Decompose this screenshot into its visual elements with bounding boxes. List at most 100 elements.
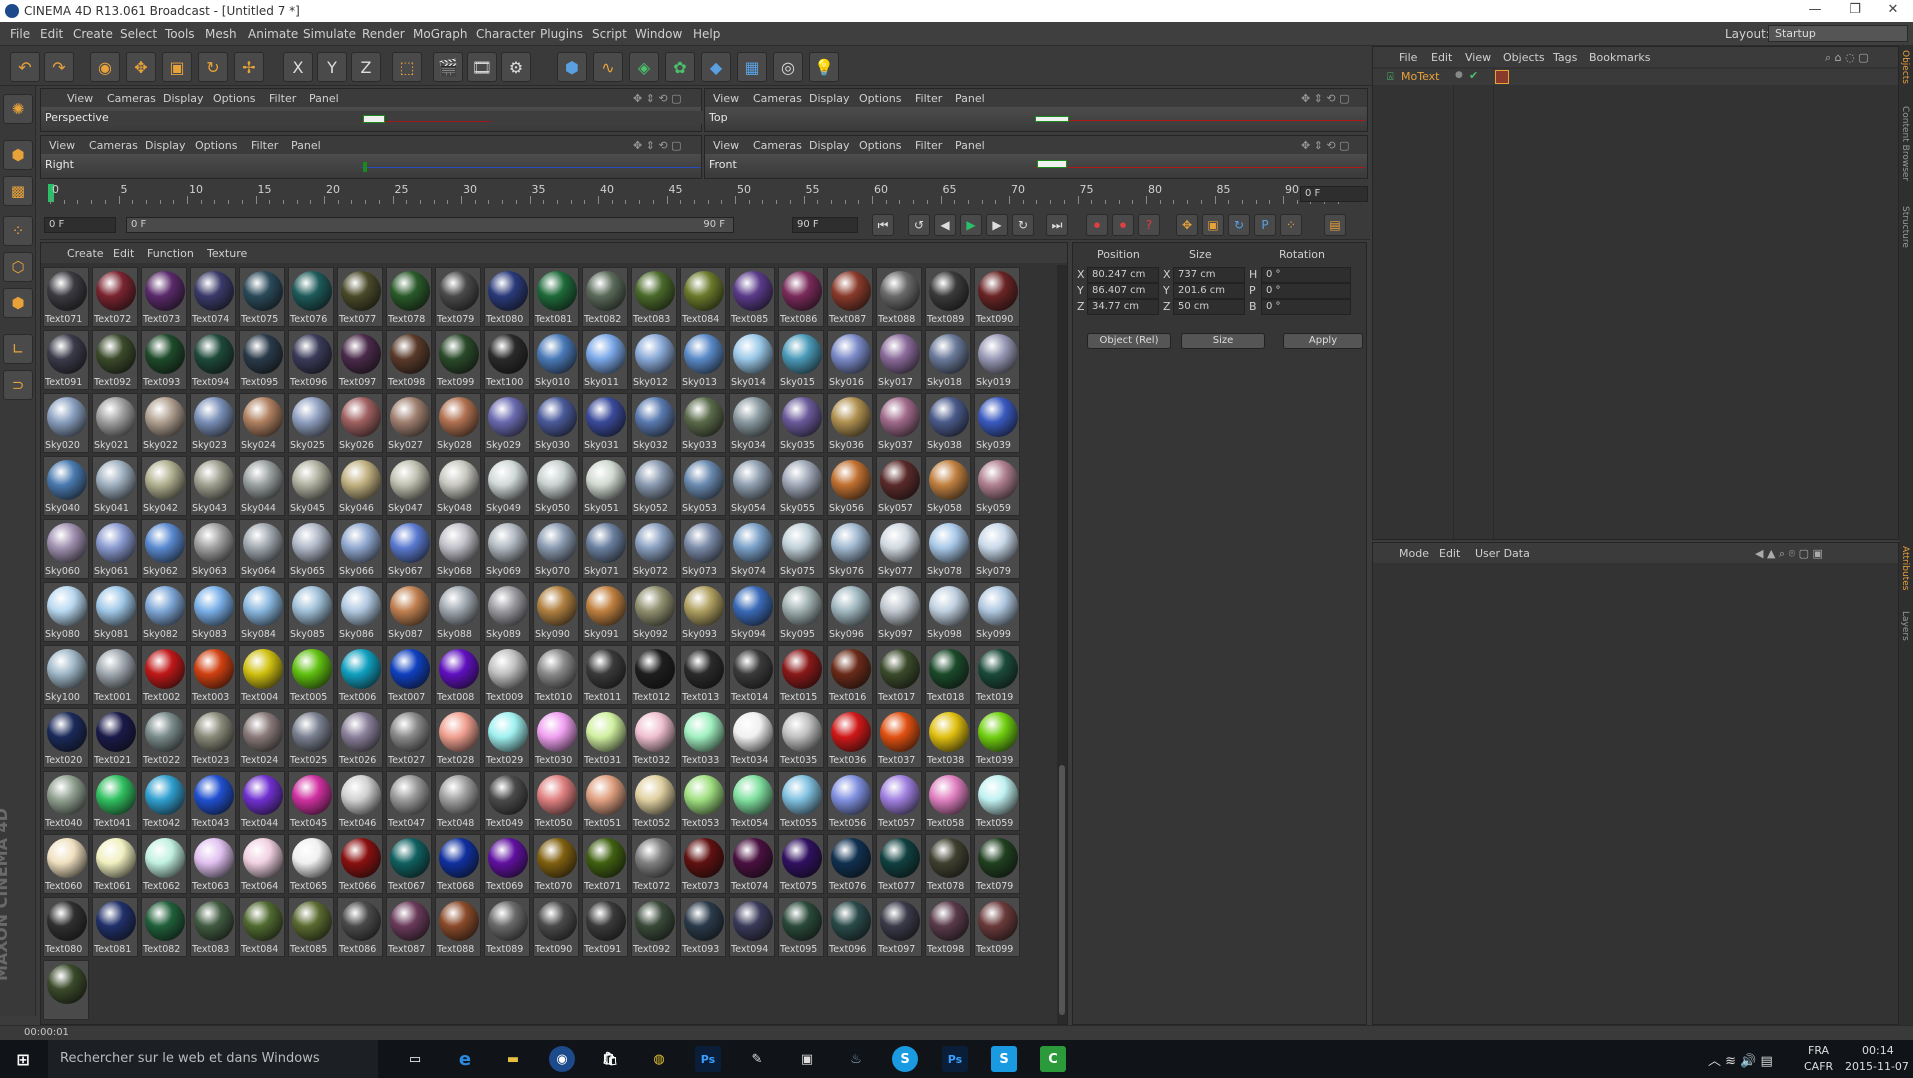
- motext-object[interactable]: [1037, 160, 1067, 168]
- material-swatch[interactable]: Text028: [435, 708, 481, 768]
- material-swatch[interactable]: Text082: [141, 897, 187, 957]
- material-swatch[interactable]: Sky048: [435, 456, 481, 516]
- scrollbar-thumb[interactable]: [1059, 765, 1065, 1015]
- material-swatch[interactable]: Text071: [582, 834, 628, 894]
- camtasia-icon[interactable]: C: [1040, 1046, 1066, 1072]
- material-swatch[interactable]: Sky025: [288, 393, 334, 453]
- material-swatch[interactable]: Text046: [337, 771, 383, 831]
- material-swatch[interactable]: Sky020: [43, 393, 89, 453]
- cinema4d-taskbar-icon[interactable]: ◉: [549, 1046, 575, 1072]
- material-swatch[interactable]: Text081: [92, 897, 138, 957]
- material-swatch[interactable]: Text040: [43, 771, 89, 831]
- recent-tool-icon[interactable]: ✢: [234, 52, 264, 82]
- file-explorer-icon[interactable]: ▬: [500, 1046, 526, 1072]
- material-swatch[interactable]: Text001: [92, 645, 138, 705]
- material-swatch[interactable]: Sky019: [974, 330, 1020, 390]
- material-scrollbar[interactable]: [1057, 265, 1067, 1024]
- notepad-icon[interactable]: ✎: [744, 1046, 770, 1072]
- material-swatch[interactable]: Text090: [974, 267, 1020, 327]
- menu-animate[interactable]: Animate: [248, 27, 298, 41]
- material-swatch[interactable]: Text009: [484, 645, 530, 705]
- material-swatch[interactable]: Sky029: [484, 393, 530, 453]
- attr-menu-mode[interactable]: Mode: [1399, 547, 1429, 560]
- material-swatch[interactable]: Text035: [778, 708, 824, 768]
- material-swatch[interactable]: Sky036: [827, 393, 873, 453]
- material-swatch[interactable]: Text003: [190, 645, 236, 705]
- material-swatch[interactable]: Text095: [239, 330, 285, 390]
- tab-attributes[interactable]: Attributes: [1900, 546, 1910, 590]
- material-swatch[interactable]: Sky093: [680, 582, 726, 642]
- material-swatch[interactable]: Text087: [827, 267, 873, 327]
- material-swatch[interactable]: Sky089: [484, 582, 530, 642]
- z-axis-icon[interactable]: Z: [351, 52, 381, 82]
- material-swatch[interactable]: Text068: [435, 834, 481, 894]
- menu-plugins[interactable]: Plugins: [540, 27, 583, 41]
- menu-simulate[interactable]: Simulate: [303, 27, 356, 41]
- vp-menu-filter[interactable]: Filter: [251, 139, 278, 152]
- material-swatch[interactable]: Sky045: [288, 456, 334, 516]
- material-swatch[interactable]: Text097: [876, 897, 922, 957]
- material-swatch[interactable]: Sky091: [582, 582, 628, 642]
- material-swatch[interactable]: Text053: [680, 771, 726, 831]
- y-axis-icon[interactable]: Y: [317, 52, 347, 82]
- vp-menu-filter[interactable]: Filter: [269, 92, 296, 105]
- menu-select[interactable]: Select: [120, 27, 157, 41]
- live-select-icon[interactable]: ◉: [90, 52, 120, 82]
- cube-icon[interactable]: ⬢: [557, 52, 587, 82]
- material-swatch[interactable]: Text013: [680, 645, 726, 705]
- material-swatch[interactable]: Sky086: [337, 582, 383, 642]
- goto-end-icon[interactable]: ⏭: [1046, 214, 1068, 236]
- redo-icon[interactable]: ↷: [44, 52, 74, 82]
- photoshop-icon[interactable]: Ps: [695, 1046, 721, 1072]
- material-swatch[interactable]: Text016: [827, 645, 873, 705]
- material-swatch[interactable]: Text089: [484, 897, 530, 957]
- material-swatch[interactable]: Sky058: [925, 456, 971, 516]
- material-swatch[interactable]: Sky033: [680, 393, 726, 453]
- viewport-nav-icon[interactable]: ✥ ⇕ ⟲ ▢: [1301, 139, 1350, 152]
- material-swatch[interactable]: Text004: [239, 645, 285, 705]
- vp-menu-panel[interactable]: Panel: [309, 92, 339, 105]
- material-swatch[interactable]: Sky073: [680, 519, 726, 579]
- material-swatch[interactable]: Text025: [288, 708, 334, 768]
- material-swatch[interactable]: Sky015: [778, 330, 824, 390]
- material-swatch[interactable]: Text089: [925, 267, 971, 327]
- edges-mode-icon[interactable]: ⬡: [3, 252, 33, 282]
- viewport-nav-icon[interactable]: ✥ ⇕ ⟲ ▢: [1301, 92, 1350, 105]
- material-swatch[interactable]: Text096: [827, 897, 873, 957]
- material-swatch[interactable]: Text026: [337, 708, 383, 768]
- enabled-check-icon[interactable]: ✔: [1469, 69, 1478, 82]
- material-swatch[interactable]: Text091: [582, 897, 628, 957]
- material-swatch[interactable]: Text019: [974, 645, 1020, 705]
- position-field[interactable]: 80.247 cm: [1087, 267, 1159, 283]
- prev-frame-icon[interactable]: ◀: [934, 214, 956, 236]
- material-swatch[interactable]: Sky028: [435, 393, 481, 453]
- camera-icon[interactable]: ◎: [773, 52, 803, 82]
- viewport-nav-icon[interactable]: ✥ ⇕ ⟲ ▢: [633, 139, 682, 152]
- material-swatch[interactable]: Sky096: [827, 582, 873, 642]
- menu-create[interactable]: Create: [73, 27, 113, 41]
- play-icon[interactable]: ▶: [960, 214, 982, 236]
- timeline-ruler[interactable]: 0 5 10 15 20 25 30 35 40 45 50 55 60 65 70 75 80 85 90 0 F: [40, 180, 1370, 210]
- motext-object[interactable]: [363, 162, 367, 172]
- material-swatch[interactable]: Text084: [680, 267, 726, 327]
- material-swatch[interactable]: Sky074: [729, 519, 775, 579]
- points-mode-icon[interactable]: ⁘: [3, 216, 33, 246]
- snap-icon[interactable]: ⊃: [3, 370, 33, 400]
- material-swatch[interactable]: Text099: [435, 330, 481, 390]
- material-swatch[interactable]: Sky032: [631, 393, 677, 453]
- taskbar-search[interactable]: Rechercher sur le web et dans Windows: [48, 1040, 378, 1078]
- array-icon[interactable]: ✿: [665, 52, 695, 82]
- clock-date[interactable]: 2015-11-07: [1845, 1060, 1909, 1073]
- vp-menu-cameras[interactable]: Cameras: [753, 139, 802, 152]
- material-swatch[interactable]: Sky012: [631, 330, 677, 390]
- material-swatch[interactable]: Text098: [386, 330, 432, 390]
- material-swatch[interactable]: Sky064: [239, 519, 285, 579]
- material-swatch[interactable]: Text030: [533, 708, 579, 768]
- polygons-mode-icon[interactable]: ⬢: [3, 288, 33, 318]
- material-swatch[interactable]: Sky051: [582, 456, 628, 516]
- material-swatch[interactable]: Text058: [925, 771, 971, 831]
- vp-menu-panel[interactable]: Panel: [955, 92, 985, 105]
- close-button[interactable]: ✕: [1873, 2, 1913, 17]
- material-swatch[interactable]: Text027: [386, 708, 432, 768]
- material-swatch[interactable]: Text098: [925, 897, 971, 957]
